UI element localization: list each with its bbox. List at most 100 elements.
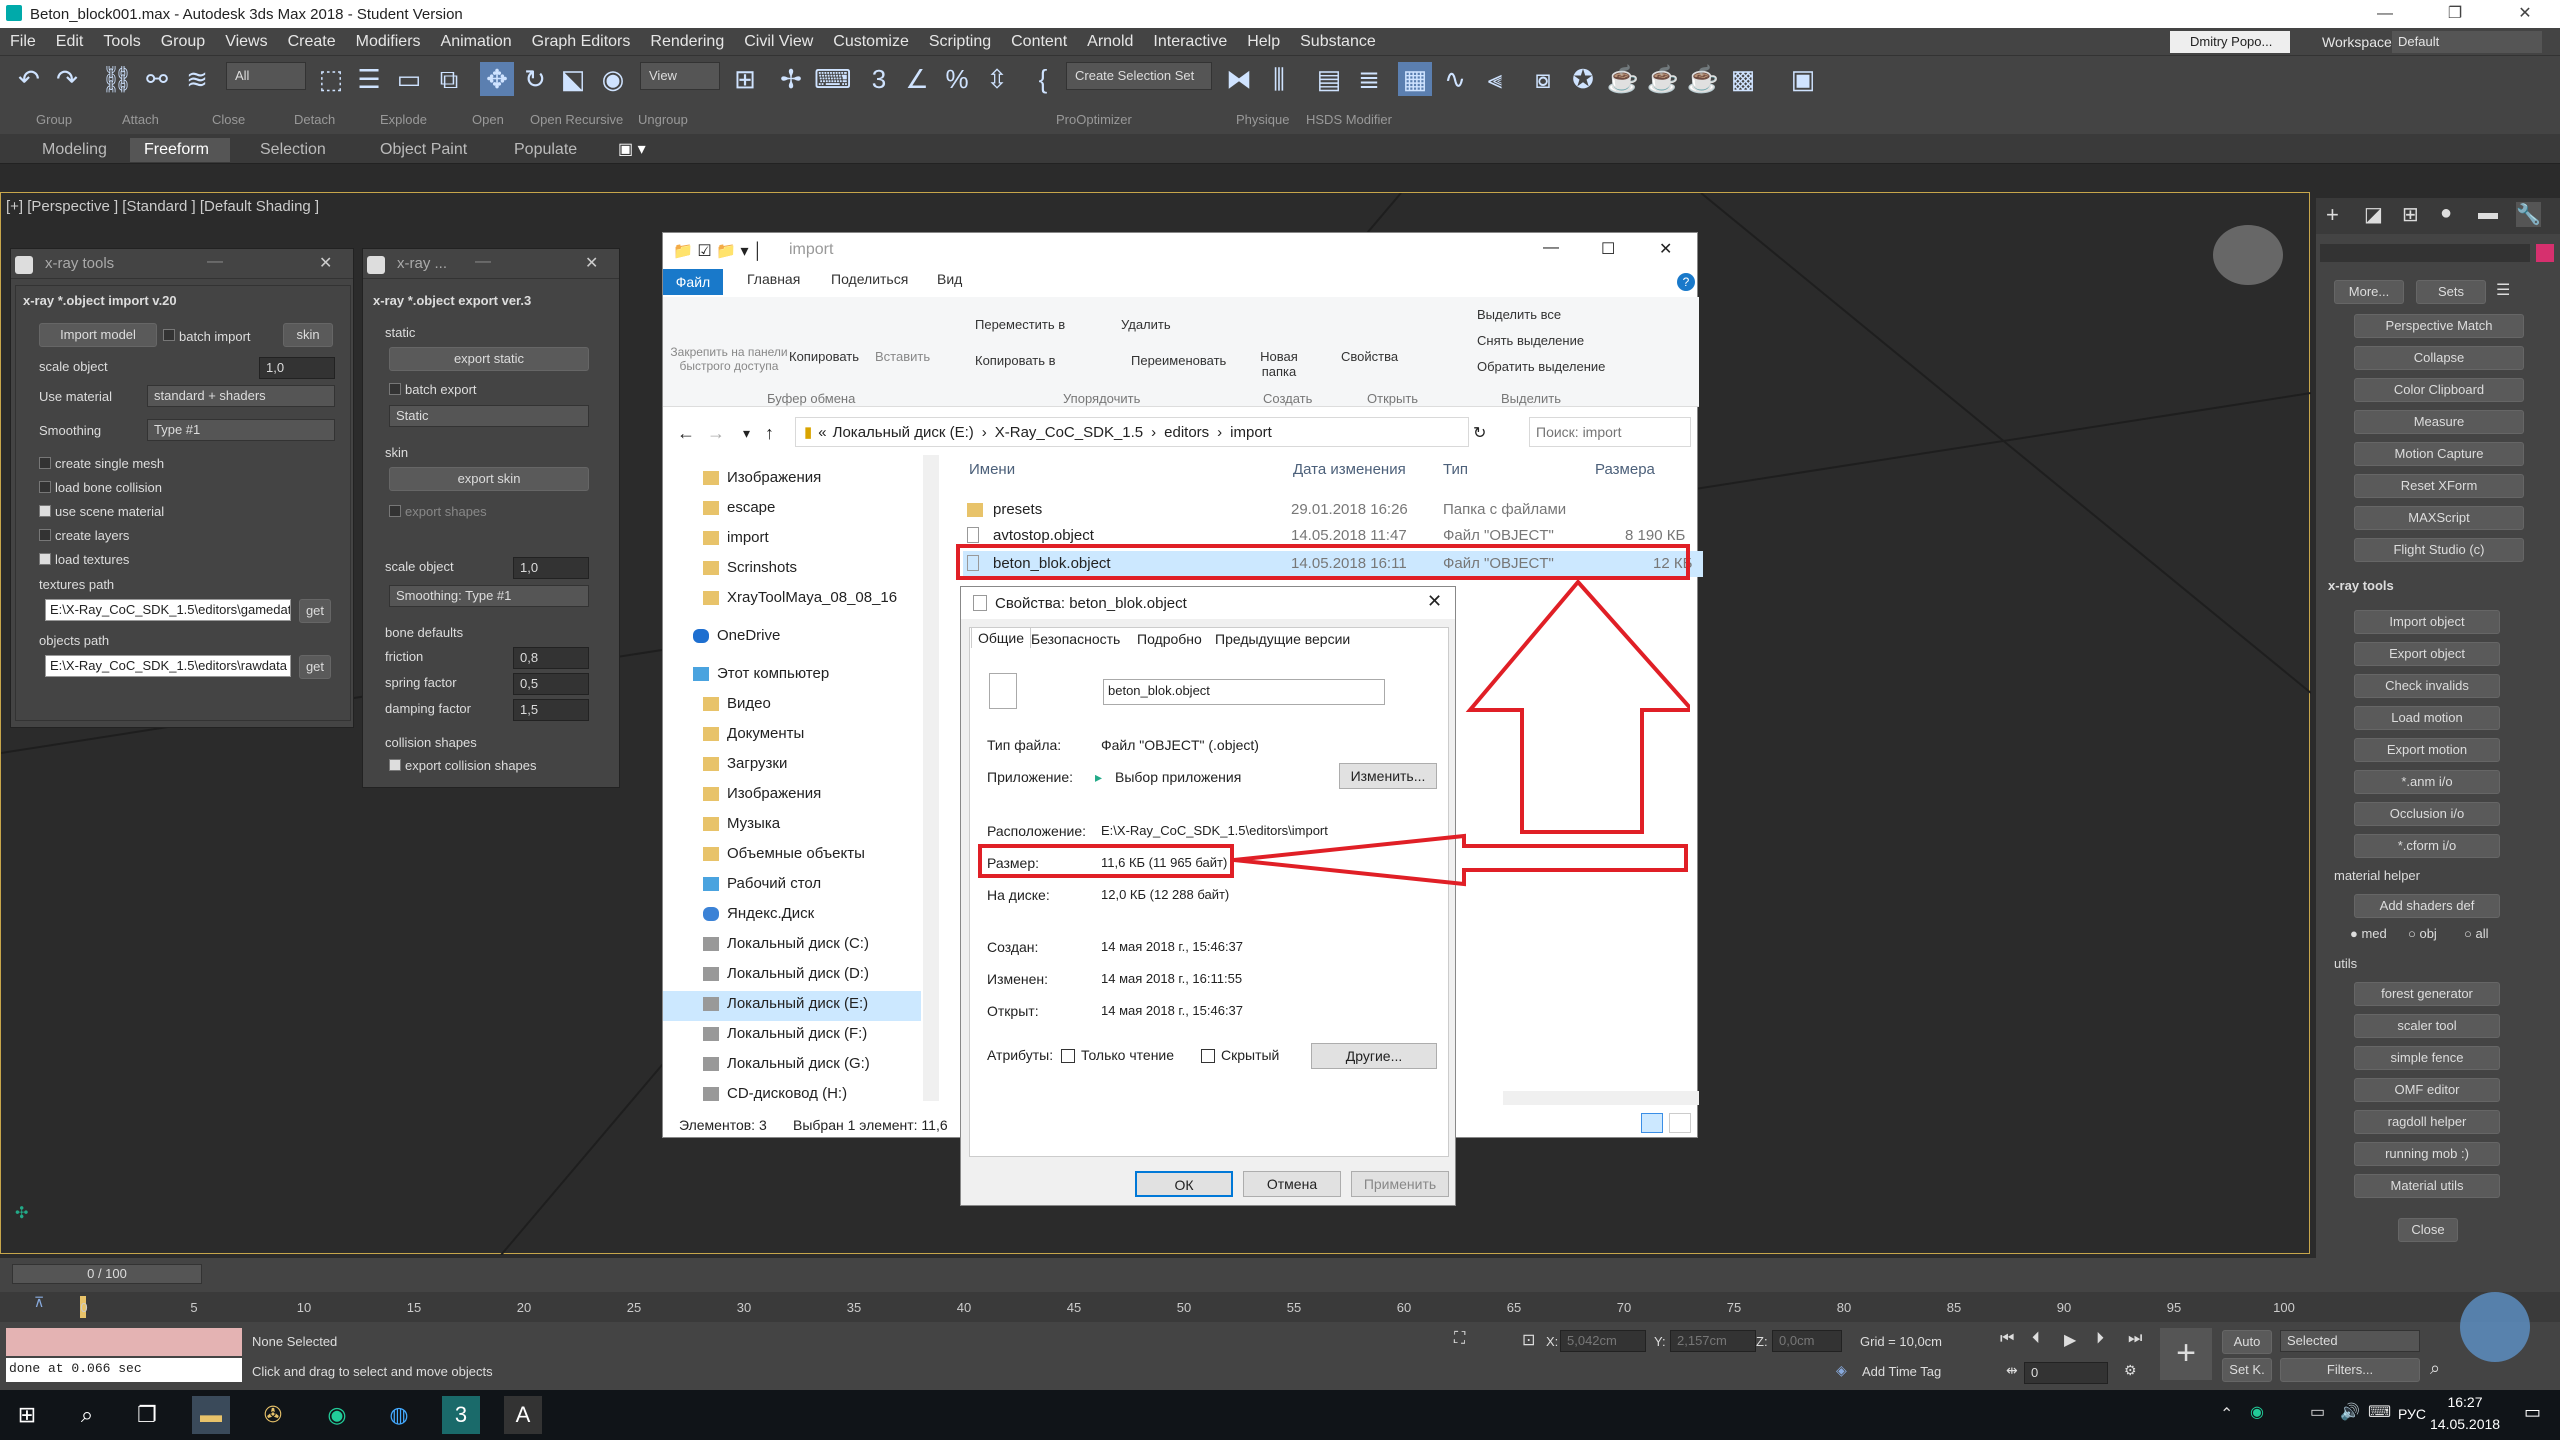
radio-all[interactable]: ○ all [2464,926,2488,941]
check-invalids-button[interactable]: Check invalids [2354,674,2500,698]
menu-interactive[interactable]: Interactive [1143,28,1237,56]
nav-downloads[interactable]: Загрузки [703,755,787,772]
select-object-icon[interactable]: ⬚ [314,62,348,96]
go-to-end-icon[interactable]: ⏭ [2128,1330,2142,1348]
tab-general[interactable]: Общие [971,627,1032,648]
use-material-dropdown[interactable]: standard + shaders [147,385,335,407]
clock-time[interactable]: 16:27 [2430,1394,2500,1410]
menu-create[interactable]: Create [278,28,346,56]
breadcrumb-sdk[interactable]: X-Ray_CoC_SDK_1.5 [995,424,1143,441]
large-icons-view-icon[interactable] [1669,1113,1691,1133]
friction-spinner[interactable]: 0,8 [513,647,589,669]
next-frame-icon[interactable]: ⏵ [2096,1330,2104,1348]
export-static-button[interactable]: export static [389,347,589,371]
simple-fence-button[interactable]: simple fence [2354,1046,2500,1070]
load-bone-collision-checkbox[interactable] [39,481,51,493]
bind-space-warp-icon[interactable]: ≋ [180,62,214,96]
previous-frame-icon[interactable]: ⏴ [2032,1330,2040,1348]
apply-button[interactable]: Применить [1351,1171,1449,1197]
nav-onedrive[interactable]: OneDrive [693,627,780,644]
import-object-button[interactable]: Import object [2354,610,2500,634]
other-attributes-button[interactable]: Другие... [1311,1043,1437,1069]
nav-escape[interactable]: escape [703,499,775,516]
group-button[interactable]: Group [36,112,72,127]
reset-xform-button[interactable]: Reset XForm [2354,474,2524,498]
auto-key-button[interactable]: Auto [2222,1330,2272,1354]
menu-file[interactable]: File [0,28,46,56]
up-icon[interactable]: ↑ [765,423,774,444]
utilities-tab-icon[interactable]: 🔧 [2516,202,2541,227]
display-tab-icon[interactable]: ▬ [2478,202,2498,225]
key-mode-icon[interactable]: ⇹ [2006,1362,2018,1379]
delete-button[interactable]: Удалить [1121,317,1171,332]
unlink-icon[interactable]: ⚯ [140,62,174,96]
explorer-taskbar-icon[interactable]: ▬ [192,1396,230,1434]
browser-taskbar-icon[interactable]: ◍ [380,1396,418,1434]
help-icon[interactable]: ? [1677,273,1695,291]
nav-this-pc[interactable]: Этот компьютер [693,665,829,682]
details-view-icon[interactable] [1641,1113,1663,1133]
more-button[interactable]: More... [2334,280,2404,304]
menu-arnold[interactable]: Arnold [1077,28,1143,56]
maximize-button[interactable]: ❐ [2420,0,2490,28]
add-time-tag[interactable]: Add Time Tag [1862,1364,1941,1379]
reference-coord-dropdown[interactable]: View [640,62,720,90]
perspective-match-button[interactable]: Perspective Match [2354,314,2524,338]
explorer-minimize-button[interactable]: — [1543,239,1559,257]
nav-music[interactable]: Музыка [703,815,780,832]
recent-icon[interactable]: ▾ [743,425,750,442]
play-icon[interactable]: ▶ [2064,1330,2076,1350]
object-color-swatch[interactable] [2536,244,2554,262]
radio-med[interactable]: ● med [2350,926,2387,941]
snaps-toggle-icon[interactable]: 3 [862,62,896,96]
menu-help[interactable]: Help [1237,28,1290,56]
tab-freeform[interactable]: Freeform [130,138,230,162]
move-to-button[interactable]: Переместить в [975,317,1065,332]
close-group-button[interactable]: Close [212,112,245,127]
dope-sheet-icon[interactable]: ⫷ [1478,62,1512,96]
measure-button[interactable]: Measure [2354,410,2524,434]
menu-civil-view[interactable]: Civil View [734,28,823,56]
copy-to-button[interactable]: Копировать в [975,353,1056,368]
xray-tools-rollout[interactable]: x-ray tools [2328,578,2394,593]
breadcrumb-import[interactable]: import [1230,424,1272,441]
isolate-selection-icon[interactable]: ⛶ [1454,1330,1465,1348]
menu-edit[interactable]: Edit [46,28,94,56]
menu-views[interactable]: Views [215,28,277,56]
occlusion-io-button[interactable]: Occlusion i/o [2354,802,2500,826]
close-icon[interactable]: ✕ [585,253,598,273]
nav-import[interactable]: import [703,529,769,546]
hidden-checkbox[interactable] [1201,1049,1215,1063]
objects-path-field[interactable]: E:\X-Ray_CoC_SDK_1.5\editors\rawdata [45,655,291,677]
omf-editor-button[interactable]: OMF editor [2354,1078,2500,1102]
batch-export-checkbox[interactable] [389,383,401,395]
motion-capture-button[interactable]: Motion Capture [2354,442,2524,466]
object-name-field[interactable] [2320,244,2530,262]
scaler-tool-button[interactable]: scaler tool [2354,1014,2500,1038]
viewcube-icon[interactable] [2213,225,2283,285]
batch-import-checkbox[interactable] [163,329,175,341]
time-config-icon[interactable]: ⚙ [2124,1362,2137,1379]
time-slider[interactable]: 0 / 100 [12,1264,202,1284]
tab-modeling[interactable]: Modeling [28,138,121,162]
readonly-checkbox[interactable] [1061,1049,1075,1063]
forest-generator-button[interactable]: forest generator [2354,982,2500,1006]
menu-rendering[interactable]: Rendering [640,28,734,56]
select-by-name-icon[interactable]: ☰ [352,62,386,96]
hierarchy-tab-icon[interactable]: ⊞ [2402,202,2419,227]
undo-icon[interactable]: ↶ [12,62,46,96]
user-account-dropdown[interactable]: Dmitry Popo... [2170,31,2290,53]
menu-customize[interactable]: Customize [823,28,919,56]
nav-pictures-quick[interactable]: Изображения [703,469,821,486]
spinner-snap-icon[interactable]: ⇳ [980,62,1014,96]
tab-details[interactable]: Подробно [1137,631,1202,647]
xray-export-titlebar[interactable]: x-ray ... [363,249,619,279]
static-type-dropdown[interactable]: Static [389,405,589,427]
current-frame-spinner[interactable]: 0 [2024,1362,2108,1384]
export-collision-checkbox[interactable] [389,759,401,771]
horizontal-scrollbar[interactable] [1503,1091,1699,1105]
nav-yandex-disk[interactable]: Яндекс.Диск [703,905,814,922]
close-utility-button[interactable]: Close [2398,1218,2458,1242]
nav-drive-d[interactable]: Локальный диск (D:) [703,965,869,982]
set-key-button[interactable]: Set K. [2222,1358,2272,1382]
